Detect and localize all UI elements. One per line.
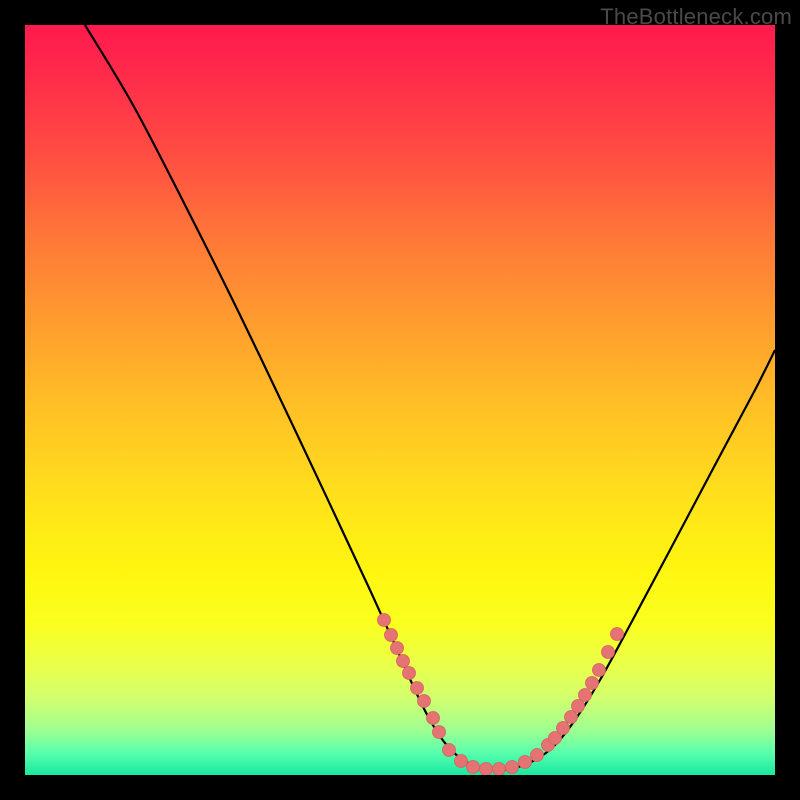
data-marker bbox=[455, 755, 468, 768]
chart-overlay bbox=[25, 25, 775, 775]
plot-area bbox=[25, 25, 775, 775]
data-marker bbox=[506, 761, 519, 774]
data-marker bbox=[427, 712, 440, 725]
data-marker bbox=[411, 682, 424, 695]
bottom-markers-group bbox=[443, 744, 544, 776]
data-marker bbox=[397, 655, 410, 668]
data-marker bbox=[611, 628, 624, 641]
data-marker bbox=[480, 763, 493, 776]
bottleneck-curve bbox=[85, 25, 775, 770]
left-markers-group bbox=[378, 614, 446, 739]
right-markers-group bbox=[542, 628, 624, 752]
data-marker bbox=[586, 677, 599, 690]
data-marker bbox=[443, 744, 456, 757]
data-marker bbox=[593, 664, 606, 677]
data-marker bbox=[531, 749, 544, 762]
data-marker bbox=[602, 646, 615, 659]
data-marker bbox=[418, 695, 431, 708]
data-marker bbox=[579, 689, 592, 702]
data-marker bbox=[493, 763, 506, 776]
data-marker bbox=[557, 722, 570, 735]
data-marker bbox=[391, 642, 404, 655]
data-marker bbox=[403, 667, 416, 680]
data-marker bbox=[467, 761, 480, 774]
data-marker bbox=[378, 614, 391, 627]
data-marker bbox=[519, 756, 532, 769]
watermark-text: TheBottleneck.com bbox=[600, 4, 792, 30]
chart-frame: TheBottleneck.com bbox=[0, 0, 800, 800]
data-marker bbox=[385, 629, 398, 642]
data-marker bbox=[433, 726, 446, 739]
